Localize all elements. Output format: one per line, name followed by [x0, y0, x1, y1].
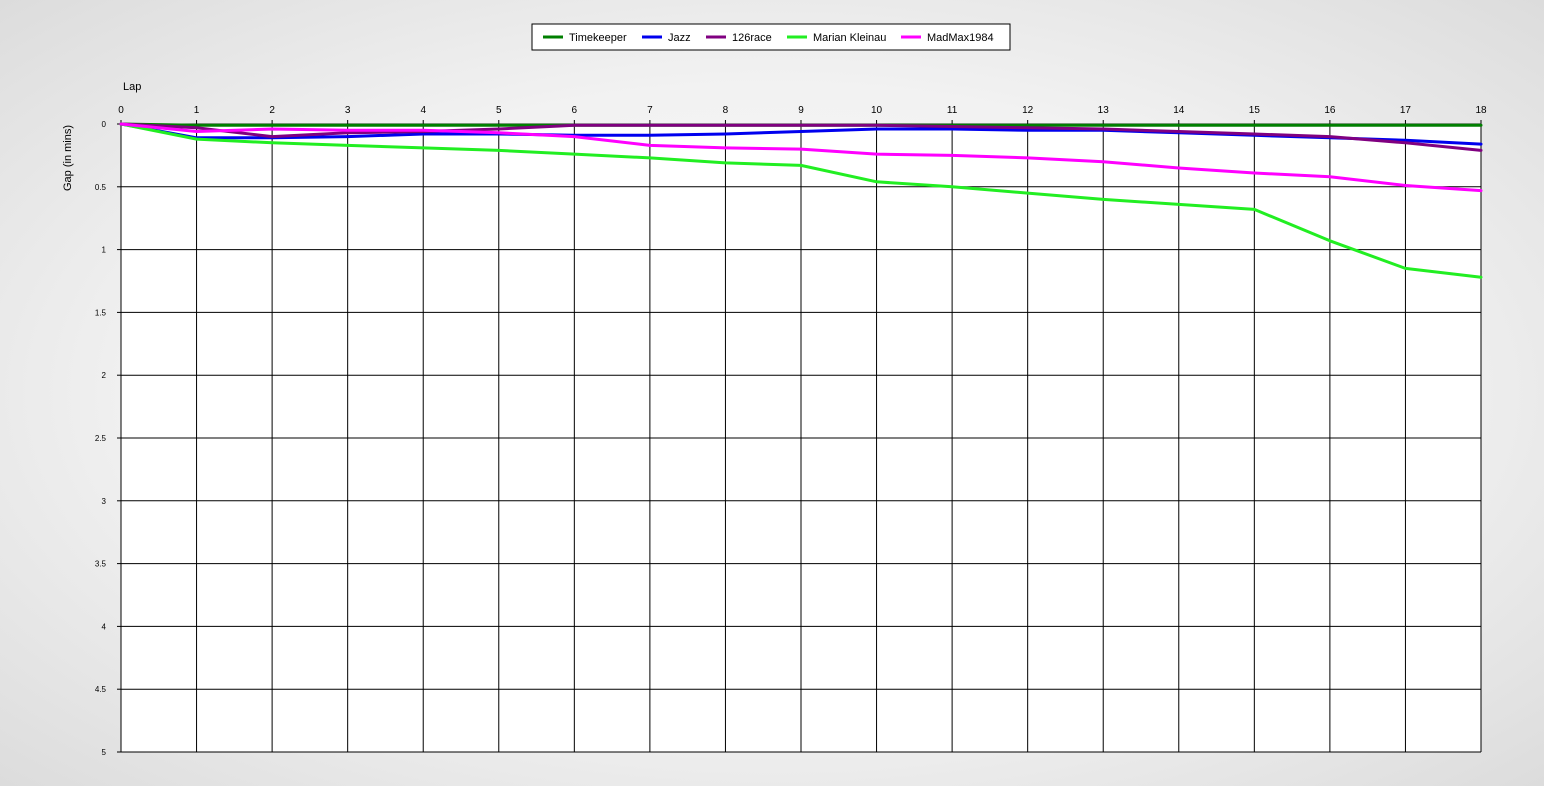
x-tick-label: 16: [1324, 105, 1336, 116]
x-tick-label: 5: [496, 105, 502, 116]
x-tick-label: 1: [194, 105, 200, 116]
y-tick-label: 1: [102, 246, 107, 255]
y-tick-label: 3.5: [95, 560, 107, 569]
y-tick-label: 5: [102, 748, 107, 757]
x-tick-label: 14: [1173, 105, 1185, 116]
x-axis-title: Lap: [123, 81, 141, 93]
y-tick-label: 2: [102, 371, 107, 380]
legend-label-126race: 126race: [732, 32, 772, 44]
x-tick-label: 6: [572, 105, 578, 116]
y-tick-label: 1.5: [95, 308, 107, 317]
lap-gap-chart: Timekeeper Jazz 126race Marian Kleinau MadMa…: [62, 23, 1487, 757]
x-tick-label: 15: [1249, 105, 1261, 116]
x-tick-label: 9: [798, 105, 804, 116]
x-tick-label: 8: [723, 105, 729, 116]
legend-label-timekeeper: Timekeeper: [569, 32, 627, 44]
y-tick-label: 4.5: [95, 685, 107, 694]
y-tick-label: 3: [102, 497, 107, 506]
x-tick-label: 17: [1400, 105, 1412, 116]
y-tick-label: 0.5: [95, 183, 107, 192]
y-axis-title: Gap (in mins): [62, 125, 74, 191]
x-tick-label: 10: [871, 105, 883, 116]
y-tick-label: 0: [102, 120, 107, 129]
x-tick-label: 11: [947, 105, 958, 116]
y-tick-label: 4: [102, 622, 107, 631]
x-tick-label: 7: [647, 105, 653, 116]
legend-label-marian-kleinau: Marian Kleinau: [813, 32, 886, 44]
legend-label-jazz: Jazz: [668, 32, 691, 44]
x-tick-label: 12: [1022, 105, 1034, 116]
x-tick-label: 4: [420, 105, 426, 116]
x-tick-label: 3: [345, 105, 351, 116]
legend: Timekeeper Jazz 126race Marian Kleinau MadMa…: [531, 23, 1011, 51]
x-tick-label: 18: [1475, 105, 1487, 116]
x-tick-label: 13: [1098, 105, 1110, 116]
legend-label-madmax1984: MadMax1984: [927, 32, 994, 44]
y-tick-label: 2.5: [95, 434, 107, 443]
x-tick-label: 2: [269, 105, 275, 116]
x-tick-label: 0: [118, 105, 124, 116]
